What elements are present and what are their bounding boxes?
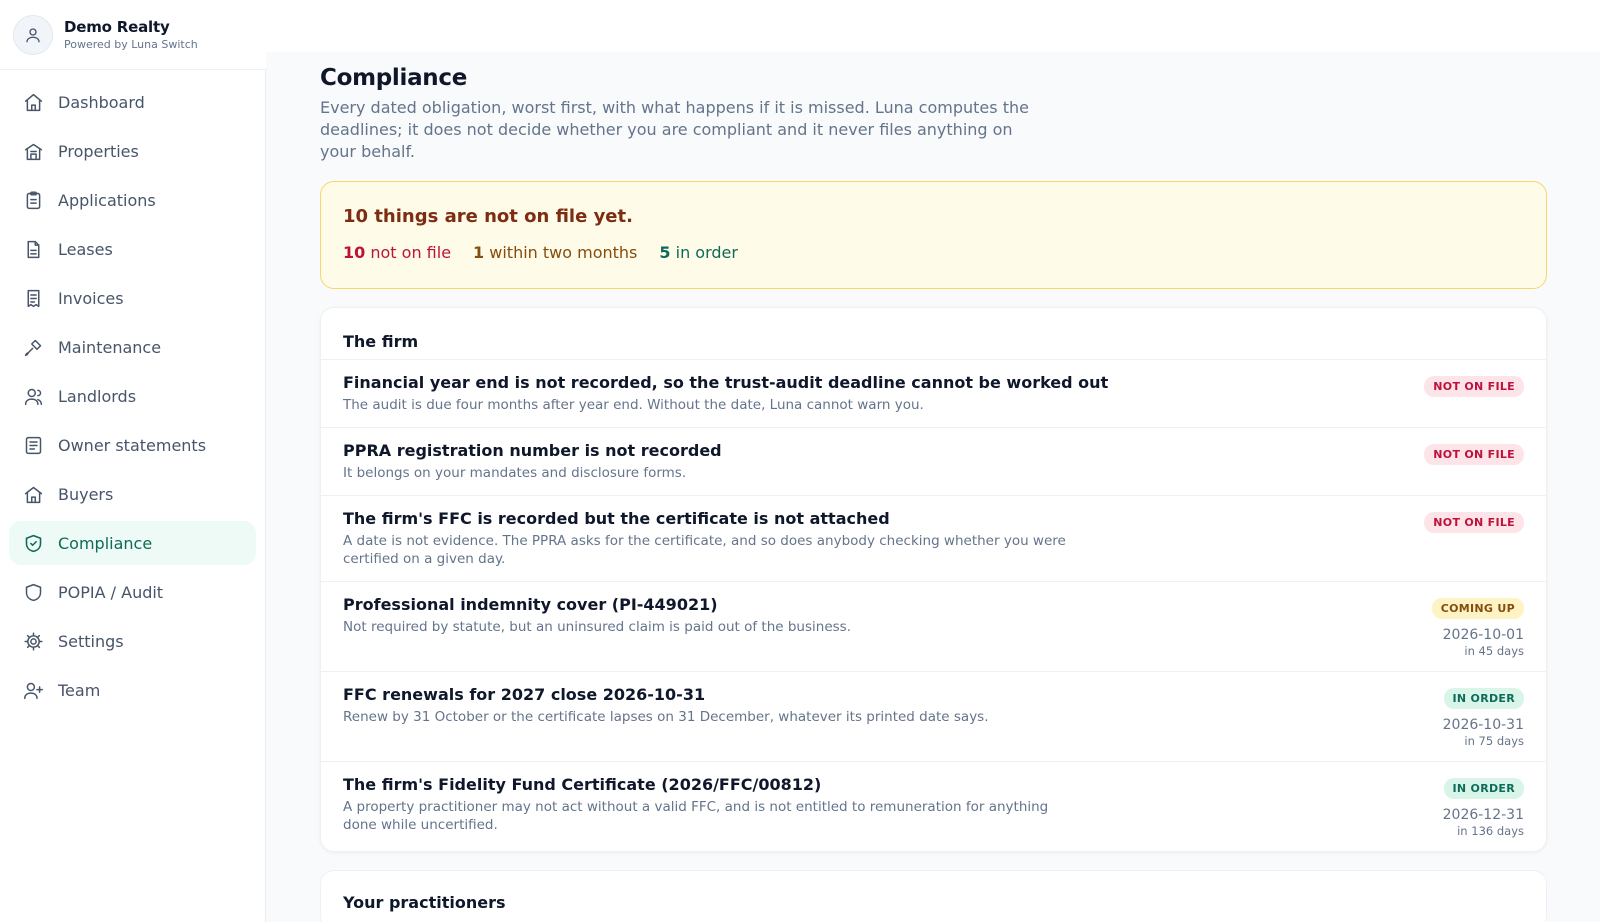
clipboard-icon	[26, 190, 41, 209]
sidebar-item-maintenance[interactable]: Maintenance	[9, 325, 256, 369]
due-date: 2026-10-31	[1442, 717, 1524, 733]
sidebar-item-dashboard[interactable]: Dashboard	[9, 80, 256, 124]
main-content: Compliance Every dated obligation, worst…	[320, 52, 1547, 922]
sidebar-item-landlords[interactable]: Landlords	[9, 374, 256, 418]
obligation-row[interactable]: Professional indemnity cover (PI-449021)…	[321, 581, 1546, 671]
receipt-icon	[27, 289, 40, 307]
sidebar-item-properties[interactable]: Properties	[9, 129, 256, 173]
obligation-row[interactable]: The firm's Fidelity Fund Certificate (20…	[321, 761, 1546, 851]
obligation-subtitle: A property practitioner may not act with…	[343, 799, 1049, 833]
avatar[interactable]	[13, 14, 53, 55]
brand-subtitle: Powered by Luna Switch	[64, 38, 198, 51]
sidebar-item-label: Owner statements	[58, 435, 207, 455]
obligation-subtitle: It belongs on your mandates and disclosu…	[343, 465, 687, 481]
obligation-title: FFC renewals for 2027 close 2026-10-31	[343, 685, 706, 704]
status-badge: NOT ON FILE	[1424, 444, 1524, 465]
document-list-icon	[25, 436, 42, 454]
due-date: 2026-12-31	[1442, 807, 1524, 823]
due-date: 2026-10-01	[1442, 627, 1524, 643]
sidebar-item-buyers[interactable]: Buyers	[9, 472, 256, 516]
sidebar-item-compliance[interactable]: Compliance	[9, 521, 256, 565]
sidebar-item-label: Applications	[58, 190, 156, 210]
status-badge: IN ORDER	[1443, 778, 1524, 799]
brand-header: Demo Realty Powered by Luna Switch	[0, 0, 266, 70]
shield-check-icon	[25, 534, 42, 552]
firm-card: The firm Financial year end is not recor…	[320, 307, 1547, 852]
status-badge: IN ORDER	[1443, 688, 1524, 709]
top-bar	[266, 0, 1600, 52]
obligation-subtitle: Renew by 31 October or the certificate l…	[343, 709, 989, 725]
file-icon	[27, 240, 40, 258]
house-icon	[24, 486, 43, 503]
sidebar-item-label: Invoices	[58, 288, 124, 308]
sidebar-item-applications[interactable]: Applications	[9, 178, 256, 222]
status-badge: NOT ON FILE	[1424, 512, 1524, 533]
obligation-row[interactable]: Financial year end is not recorded, so t…	[321, 359, 1546, 427]
sidebar-item-label: Team	[58, 680, 101, 700]
sidebar-item-label: Settings	[58, 631, 124, 651]
brand-name: Demo Realty	[64, 18, 170, 36]
practitioners-card: Your practitioners	[320, 870, 1547, 922]
obligation-title: The firm's Fidelity Fund Certificate (20…	[343, 775, 822, 794]
sidebar-item-label: Properties	[58, 141, 139, 161]
obligation-title: Financial year end is not recorded, so t…	[343, 373, 1109, 392]
sidebar-item-team[interactable]: Team	[9, 668, 256, 712]
due-in-days: in 75 days	[1464, 734, 1524, 748]
alert-stats: 10 not on file 1 within two months 5 in …	[343, 243, 1524, 262]
compliance-summary-alert: 10 things are not on file yet. 10 not on…	[320, 181, 1547, 289]
sidebar-item-popia-audit[interactable]: POPIA / Audit	[9, 570, 256, 614]
obligation-title: PPRA registration number is not recorded	[343, 441, 722, 460]
stat-not-on-file[interactable]: 10 not on file	[343, 243, 451, 262]
obligation-subtitle: Not required by statute, but an uninsure…	[343, 619, 851, 635]
due-in-days: in 45 days	[1464, 644, 1524, 658]
sidebar: Dashboard Properties Applications Leases…	[0, 70, 266, 922]
due-in-days: in 136 days	[1457, 824, 1524, 838]
sidebar-item-owner-statements[interactable]: Owner statements	[9, 423, 256, 467]
page-title: Compliance	[320, 65, 468, 91]
shield-icon	[25, 583, 42, 601]
section-heading: Your practitioners	[343, 893, 506, 912]
user-plus-icon	[24, 682, 43, 699]
stat-in-order[interactable]: 5 in order	[659, 243, 738, 262]
alert-title: 10 things are not on file yet.	[343, 206, 633, 227]
section-heading: The firm	[343, 332, 419, 351]
obligation-row[interactable]: The firm's FFC is recorded but the certi…	[321, 495, 1546, 581]
sidebar-item-settings[interactable]: Settings	[9, 619, 256, 663]
user-icon	[26, 27, 40, 42]
sidebar-item-label: Landlords	[58, 386, 137, 406]
obligation-title: Professional indemnity cover (PI-449021)	[343, 595, 718, 614]
obligation-subtitle: A date is not evidence. The PPRA asks fo…	[343, 533, 1066, 567]
obligation-row[interactable]: FFC renewals for 2027 close 2026-10-31 R…	[321, 671, 1546, 761]
sidebar-item-invoices[interactable]: Invoices	[9, 276, 256, 320]
home-icon	[24, 93, 43, 111]
sidebar-item-label: POPIA / Audit	[58, 582, 164, 602]
sidebar-item-label: Dashboard	[58, 92, 145, 112]
building-icon	[24, 143, 43, 160]
obligation-row[interactable]: PPRA registration number is not recorded…	[321, 427, 1546, 495]
sidebar-item-label: Leases	[58, 239, 113, 259]
sidebar-item-leases[interactable]: Leases	[9, 227, 256, 271]
sidebar-item-label: Compliance	[58, 533, 153, 553]
wrench-icon	[24, 339, 42, 356]
obligation-subtitle: The audit is due four months after year …	[343, 397, 924, 413]
gear-icon	[24, 631, 43, 651]
obligation-title: The firm's FFC is recorded but the certi…	[343, 509, 890, 528]
sidebar-item-label: Buyers	[58, 484, 114, 504]
stat-within-two-months[interactable]: 1 within two months	[473, 243, 637, 262]
user-icon	[24, 388, 43, 405]
page-description: Every dated obligation, worst first, wit…	[320, 98, 1029, 161]
status-badge: NOT ON FILE	[1424, 376, 1524, 397]
sidebar-item-label: Maintenance	[58, 337, 162, 357]
status-badge: COMING UP	[1431, 598, 1524, 619]
